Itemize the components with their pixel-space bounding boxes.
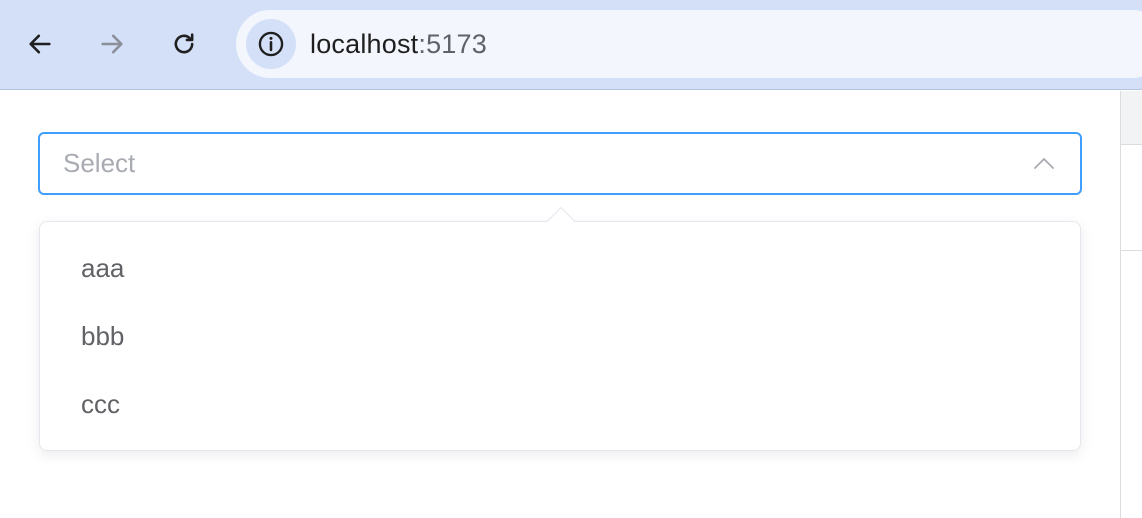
arrow-right-icon — [101, 34, 123, 54]
url-text: localhost:5173 — [310, 10, 487, 78]
address-bar[interactable]: localhost:5173 — [236, 10, 1142, 78]
select-input[interactable]: Select — [38, 132, 1082, 195]
chevron-up-icon[interactable] — [1032, 152, 1056, 176]
site-info-button[interactable] — [246, 19, 296, 69]
url-host: localhost — [310, 28, 419, 59]
back-button[interactable] — [18, 22, 62, 66]
select-option-ccc[interactable]: ccc — [40, 370, 1080, 438]
side-panel-header — [1121, 91, 1142, 145]
select-placeholder: Select — [63, 148, 136, 178]
forward-button[interactable] — [90, 22, 134, 66]
side-panel-section — [1121, 145, 1142, 251]
browser-toolbar: localhost:5173 — [0, 0, 1142, 90]
info-icon — [258, 31, 284, 57]
select-option-bbb[interactable]: bbb — [40, 302, 1080, 370]
reload-icon — [174, 33, 194, 54]
url-port: :5173 — [418, 28, 487, 59]
select-dropdown: aaa bbb ccc — [39, 221, 1081, 451]
select-option-aaa[interactable]: aaa — [40, 234, 1080, 302]
reload-button[interactable] — [162, 22, 206, 66]
arrow-left-icon — [29, 34, 51, 54]
side-panel-edge — [1120, 91, 1142, 518]
